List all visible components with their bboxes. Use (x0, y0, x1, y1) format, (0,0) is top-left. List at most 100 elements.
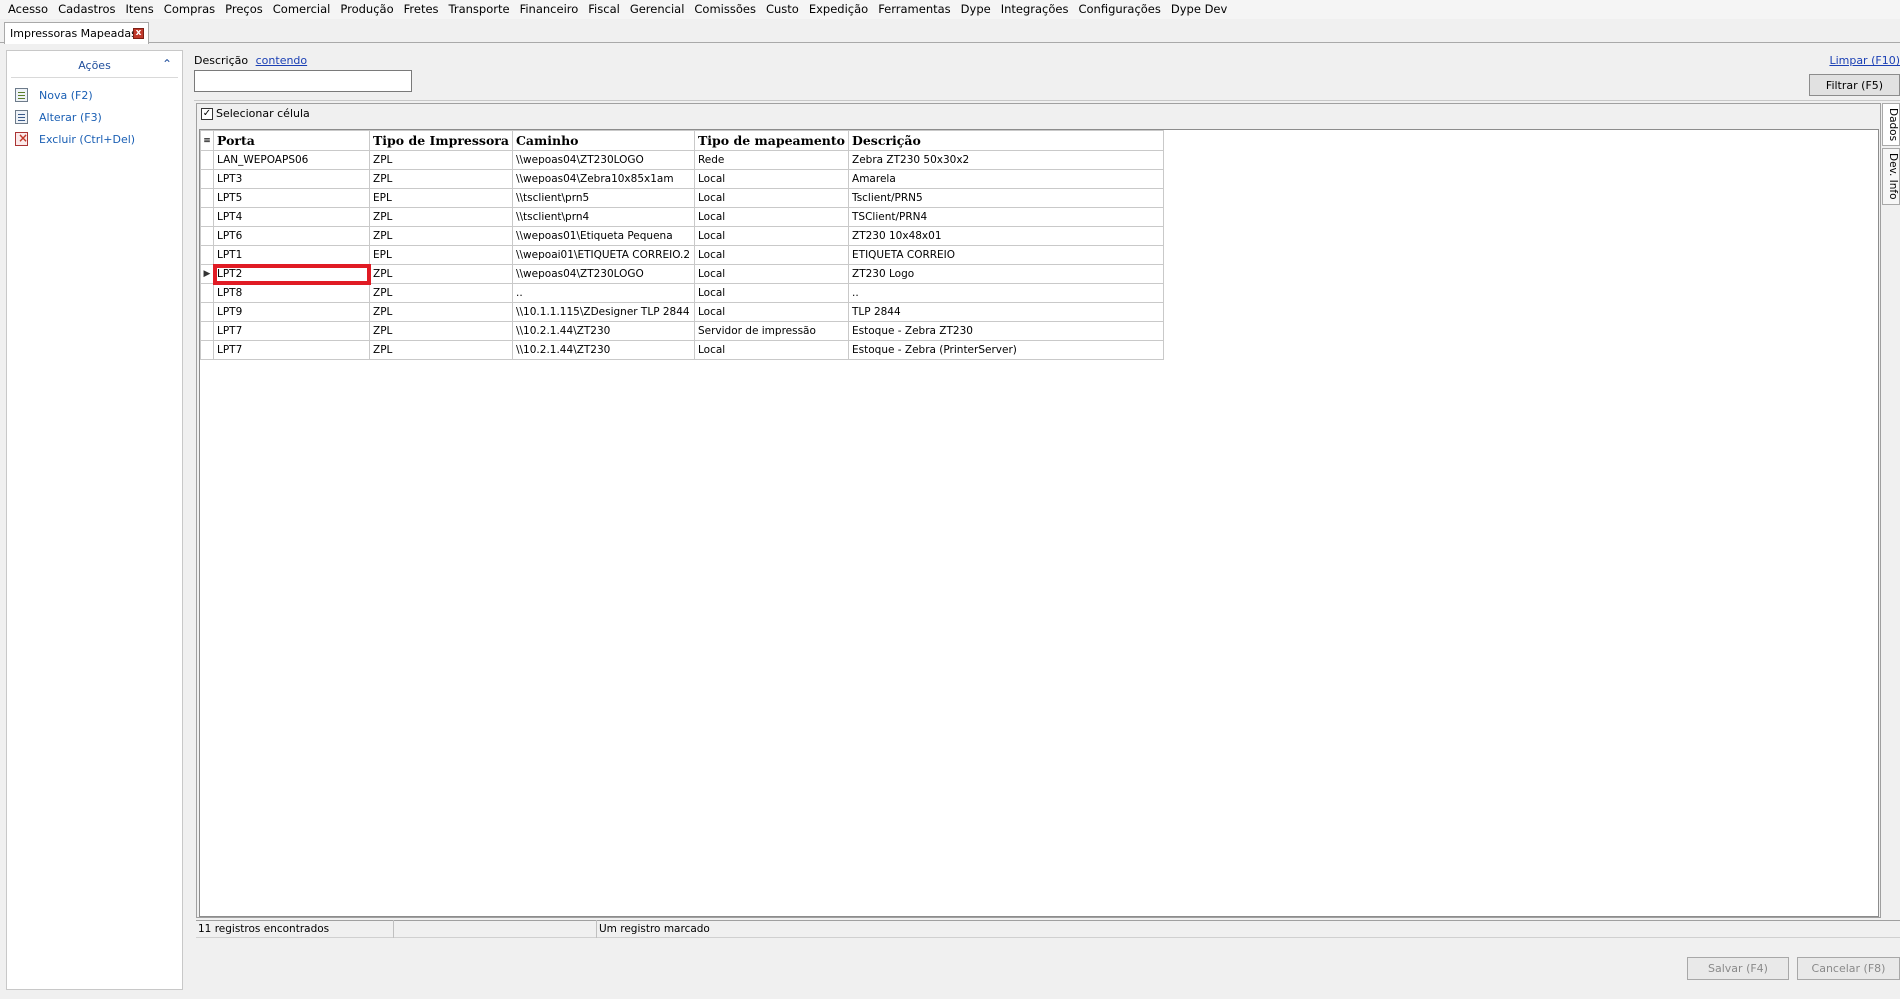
table-row[interactable]: ▶ LPT2 ZPL \\wepoas04\ZT230LOGO Local ZT230 L… (200, 263, 1165, 285)
menu-integracoes[interactable]: Integrações (996, 0, 1074, 19)
table-cell[interactable]: Amarela (848, 169, 1165, 189)
table-cell[interactable]: EPL (369, 188, 513, 208)
table-cell[interactable]: ZT230 10x48x01 (848, 226, 1165, 246)
table-cell[interactable]: EPL (369, 245, 513, 265)
table-cell[interactable]: \\wepoas01\Etiqueta Pequena (511, 226, 695, 246)
menu-producao[interactable]: Produção (335, 0, 398, 19)
table-cell[interactable]: ZPL (369, 169, 513, 189)
table-cell[interactable]: LPT3 (213, 169, 370, 189)
table-cell[interactable]: ZT230 Logo (848, 264, 1165, 284)
table-cell[interactable]: LPT4 (213, 207, 370, 227)
table-cell[interactable]: Servidor de impressão (693, 321, 850, 341)
table-row[interactable]: LPT7 ZPL \\10.2.1.44\ZT230 Local Estoque - Z… (200, 340, 1165, 360)
clear-filter-link[interactable]: Limpar (F10) (1829, 54, 1900, 67)
row-indicator[interactable] (200, 245, 214, 265)
menu-fiscal[interactable]: Fiscal (583, 0, 625, 19)
row-indicator[interactable] (200, 321, 214, 341)
row-indicator[interactable] (200, 207, 214, 227)
table-cell[interactable]: \\10.2.1.44\ZT230 (511, 340, 695, 360)
menu-configuracoes[interactable]: Configurações (1073, 0, 1165, 19)
column-header[interactable]: Tipo de mapeamento (693, 130, 850, 151)
row-indicator[interactable] (200, 150, 214, 170)
row-indicator[interactable] (200, 302, 214, 322)
table-cell[interactable]: Local (693, 302, 850, 322)
collapse-chevron-up-icon[interactable]: ⌃ (162, 57, 172, 71)
table-cell[interactable]: Local (693, 188, 850, 208)
menu-dype-dev[interactable]: Dype Dev (1166, 0, 1232, 19)
table-cell[interactable]: ZPL (369, 150, 513, 170)
menu-transporte[interactable]: Transporte (444, 0, 515, 19)
menu-comissoes[interactable]: Comissões (689, 0, 761, 19)
table-cell[interactable]: \\10.2.1.44\ZT230 (511, 321, 695, 341)
table-cell[interactable]: Local (693, 207, 850, 227)
table-cell[interactable]: Local (693, 283, 850, 303)
table-cell[interactable]: Zebra ZT230 50x30x2 (848, 150, 1165, 170)
action-alterar[interactable]: Alterar (F3) (7, 106, 182, 128)
table-cell[interactable]: Estoque - Zebra ZT230 (848, 321, 1165, 341)
table-cell[interactable]: TLP 2844 (848, 302, 1165, 322)
table-cell[interactable]: \\wepoas04\ZT230LOGO (511, 150, 695, 170)
description-filter-input[interactable] (194, 70, 412, 92)
close-tab-icon[interactable]: x (133, 28, 144, 39)
tab-impressoras-mapeadas[interactable]: Impressoras Mapeadas x (4, 22, 149, 44)
row-indicator[interactable] (200, 283, 214, 303)
table-cell[interactable]: LAN_WEPOAPS06 (213, 150, 370, 170)
table-cell[interactable]: .. (848, 283, 1165, 303)
table-row[interactable]: LPT7 ZPL \\10.2.1.44\ZT230 Servidor de impr… (200, 321, 1165, 341)
filter-mode-link[interactable]: contendo (256, 54, 308, 67)
table-cell[interactable]: Local (693, 245, 850, 265)
save-button[interactable]: Salvar (F4) (1687, 957, 1789, 980)
table-cell[interactable]: ZPL (369, 340, 513, 360)
menu-fretes[interactable]: Fretes (399, 0, 444, 19)
table-row[interactable]: LPT1 EPL \\wepoai01\ETIQUETA CORREIO.2 Loca… (200, 245, 1165, 265)
table-row[interactable]: LAN_WEPOAPS06 ZPL \\wepoas04\ZT230LOGO Rede… (200, 150, 1165, 170)
table-cell[interactable]: ZPL (369, 302, 513, 322)
table-cell[interactable]: Rede (693, 150, 850, 170)
table-cell[interactable]: ETIQUETA CORREIO (848, 245, 1165, 265)
column-header[interactable]: Descrição (848, 130, 1165, 151)
data-grid[interactable]: ≡ Porta Tipo de Impressora Caminho Tipo de … (199, 129, 1879, 917)
menu-expedicao[interactable]: Expedição (804, 0, 873, 19)
action-excluir[interactable]: Excluir (Ctrl+Del) (7, 128, 182, 150)
table-cell[interactable]: LPT6 (213, 226, 370, 246)
row-indicator[interactable] (200, 188, 214, 208)
table-cell[interactable]: .. (511, 283, 695, 303)
select-cell-option[interactable]: ✓ Selecionar célula (201, 107, 310, 120)
menu-ferramentas[interactable]: Ferramentas (873, 0, 955, 19)
cancel-button[interactable]: Cancelar (F8) (1797, 957, 1900, 980)
action-nova[interactable]: Nova (F2) (7, 84, 182, 106)
menu-compras[interactable]: Compras (159, 0, 220, 19)
column-header[interactable]: Porta (213, 130, 370, 151)
table-cell[interactable]: LPT8 (213, 283, 370, 303)
row-indicator[interactable] (200, 169, 214, 189)
row-indicator[interactable] (200, 340, 214, 360)
menu-financeiro[interactable]: Financeiro (515, 0, 584, 19)
current-row-indicator-icon[interactable]: ▶ (200, 264, 214, 284)
row-indicator[interactable] (200, 226, 214, 246)
side-tab-dev-info[interactable]: Dev. Info (1882, 148, 1900, 205)
table-row[interactable]: LPT3 ZPL \\wepoas04\Zebra10x85x1am Local Ama… (200, 169, 1165, 189)
table-cell[interactable]: LPT9 (213, 302, 370, 322)
table-cell[interactable]: ZPL (369, 226, 513, 246)
menu-precos[interactable]: Preços (220, 0, 268, 19)
table-cell[interactable]: \\wepoas04\ZT230LOGO (511, 264, 695, 284)
table-cell[interactable]: \\10.1.1.115\ZDesigner TLP 2844 (511, 302, 695, 322)
table-cell[interactable]: LPT5 (213, 188, 370, 208)
side-tab-dados[interactable]: Dados (1882, 103, 1900, 147)
table-cell[interactable]: \\tsclient\prn5 (511, 188, 695, 208)
menu-itens[interactable]: Itens (121, 0, 159, 19)
table-cell[interactable]: LPT2 (212, 263, 371, 285)
table-row[interactable]: LPT8 ZPL.. Local.. (200, 283, 1165, 303)
table-cell[interactable]: ZPL (369, 321, 513, 341)
table-cell[interactable]: LPT7 (213, 321, 370, 341)
table-cell[interactable]: LPT7 (213, 340, 370, 360)
select-cell-checkbox[interactable]: ✓ (201, 107, 213, 120)
table-cell[interactable]: Tsclient/PRN5 (848, 188, 1165, 208)
actions-header[interactable]: Ações ⌃ (11, 54, 178, 78)
menu-custo[interactable]: Custo (761, 0, 804, 19)
table-cell[interactable]: ZPL (369, 207, 513, 227)
column-header[interactable]: Tipo de Impressora (369, 130, 513, 151)
table-row[interactable]: LPT9 ZPL \\10.1.1.115\ZDesigner TLP 2844 Lo… (200, 302, 1165, 322)
table-cell[interactable]: Local (693, 264, 850, 284)
table-cell[interactable]: ZPL (369, 283, 513, 303)
